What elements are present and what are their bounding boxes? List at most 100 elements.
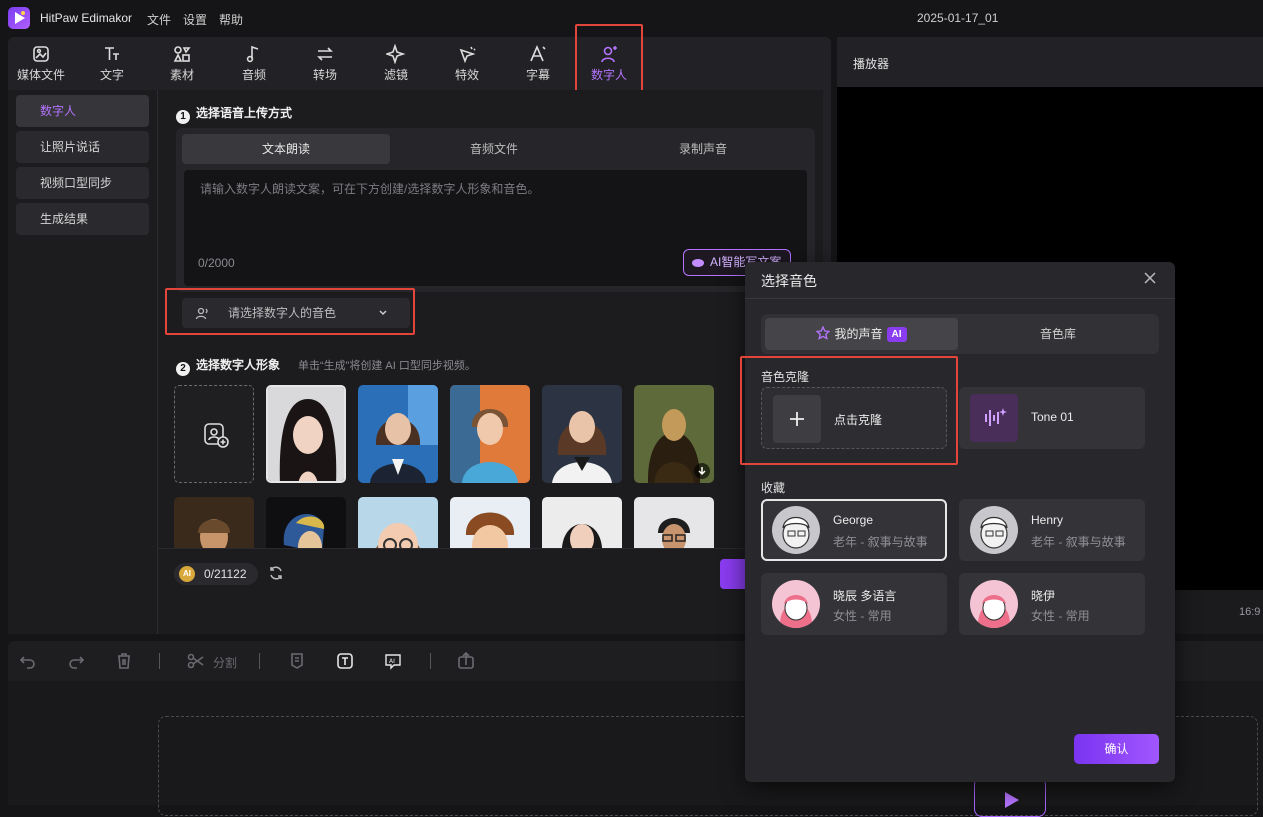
ai-caption-icon[interactable]: AI bbox=[383, 651, 403, 671]
old-man-avatar-icon bbox=[970, 506, 1018, 554]
transition-icon bbox=[315, 44, 335, 64]
tone-name: Tone 01 bbox=[1031, 410, 1074, 424]
credits-bar: AI 0/21122 bbox=[158, 548, 823, 597]
favorites-section-label: 收藏 bbox=[761, 481, 786, 495]
voice-card-tone[interactable]: Tone 01 bbox=[959, 387, 1145, 449]
sidebar-item-digital-human[interactable]: 数字人 bbox=[16, 95, 149, 127]
voice-desc: 老年 - 叙事与故事 bbox=[833, 535, 928, 549]
export-icon[interactable] bbox=[456, 651, 476, 671]
tab-subtitle[interactable]: 字幕 bbox=[505, 37, 571, 91]
aspect-ratio[interactable]: 16:9 bbox=[1239, 606, 1260, 618]
voice-desc: 老年 - 叙事与故事 bbox=[1031, 535, 1126, 549]
delete-icon[interactable] bbox=[114, 651, 134, 671]
tab-text-label: 文字 bbox=[99, 68, 124, 82]
select-voice-dialog: 选择音色 我的声音 AI 音色库 音色克隆 点击克隆 Tone 01 收藏 Geo… bbox=[740, 262, 1175, 782]
filter-icon bbox=[386, 44, 406, 64]
tab-filter-label: 滤镜 bbox=[383, 68, 408, 82]
sidebar: 数字人 让照片说话 视频口型同步 生成结果 bbox=[8, 90, 158, 634]
menu-help[interactable]: 帮助 bbox=[219, 11, 243, 28]
tab-voice-library[interactable]: 音色库 bbox=[961, 318, 1155, 350]
assets-icon bbox=[172, 44, 192, 64]
media-icon bbox=[31, 44, 51, 64]
menu-file[interactable]: 文件 bbox=[147, 11, 171, 28]
confirm-button[interactable]: 确认 bbox=[1074, 734, 1159, 764]
sidebar-item-talking-photo[interactable]: 让照片说话 bbox=[16, 131, 149, 163]
scissors-icon[interactable] bbox=[186, 651, 206, 671]
dialog-title: 选择音色 bbox=[761, 273, 817, 289]
step1-title: 1 选择语音上传方式 bbox=[176, 104, 292, 124]
redo-icon[interactable] bbox=[66, 651, 86, 671]
step2-hint: 单击“生成”将创建 AI 口型同步视频。 bbox=[298, 360, 476, 372]
toolbar-divider bbox=[159, 653, 160, 669]
player-header: 播放器 bbox=[837, 37, 1263, 87]
split-label[interactable]: 分割 bbox=[213, 654, 237, 671]
avatar-thumb[interactable] bbox=[542, 385, 622, 483]
play-icon bbox=[1001, 790, 1021, 810]
highlight-box-voice-select bbox=[165, 288, 415, 335]
svg-text:AI: AI bbox=[389, 658, 395, 665]
waveform-icon bbox=[970, 394, 1018, 442]
old-man-avatar-icon bbox=[772, 506, 820, 554]
voice-desc: 女性 - 常用 bbox=[1031, 609, 1090, 623]
timeline-play-button[interactable] bbox=[974, 777, 1046, 817]
voice-name: 晓伊 bbox=[1031, 589, 1056, 603]
effects-icon bbox=[457, 44, 477, 64]
caption-icon[interactable] bbox=[287, 651, 307, 671]
avatar-thumb[interactable] bbox=[450, 385, 530, 483]
tab-transition[interactable]: 转场 bbox=[292, 37, 358, 91]
voice-name: Henry bbox=[1031, 513, 1064, 527]
app-title: HitPaw Edimakor bbox=[40, 11, 133, 25]
download-icon[interactable] bbox=[694, 463, 710, 479]
menu-settings[interactable]: 设置 bbox=[183, 11, 207, 28]
tab-my-voices[interactable]: 我的声音 AI bbox=[765, 318, 958, 350]
tab-assets-label: 素材 bbox=[169, 68, 194, 82]
tab-assets[interactable]: 素材 bbox=[149, 37, 215, 91]
credits-value: 0/21122 bbox=[204, 567, 247, 581]
toolbar-divider bbox=[430, 653, 431, 669]
step2-title: 2 选择数字人形象 bbox=[176, 356, 280, 376]
undo-icon[interactable] bbox=[18, 651, 38, 671]
close-icon[interactable] bbox=[1143, 271, 1159, 287]
star-icon bbox=[816, 326, 831, 340]
text-box-icon[interactable] bbox=[335, 651, 355, 671]
tab-transition-label: 转场 bbox=[312, 68, 337, 82]
dialog-divider bbox=[745, 298, 1175, 299]
tab-my-voices-label: 我的声音 bbox=[834, 327, 883, 341]
highlight-box-clone bbox=[740, 356, 958, 465]
voice-card-henry[interactable]: Henry 老年 - 叙事与故事 bbox=[959, 499, 1145, 561]
credits-counter: AI 0/21122 bbox=[174, 563, 258, 585]
woman-avatar-icon bbox=[772, 580, 820, 628]
voice-name: 晓辰 多语言 bbox=[833, 589, 897, 603]
voice-card-george[interactable]: George 老年 - 叙事与故事 bbox=[761, 499, 947, 561]
tab-text[interactable]: 文字 bbox=[79, 37, 145, 91]
avatar-thumb[interactable] bbox=[634, 385, 714, 483]
sidebar-item-results[interactable]: 生成结果 bbox=[16, 203, 149, 235]
ai-sparkle-icon bbox=[691, 256, 705, 270]
script-textarea[interactable]: 请输入数字人朗读文案，可在下方创建/选择数字人形象和音色。 0/2000 AI智… bbox=[184, 170, 807, 286]
char-counter: 0/2000 bbox=[198, 256, 235, 270]
project-name: 2025-01-17_01 bbox=[917, 11, 999, 25]
step2-number: 2 bbox=[176, 362, 190, 376]
tab-effects-label: 特效 bbox=[454, 68, 479, 82]
upload-avatar-button[interactable] bbox=[174, 385, 254, 483]
segment-text-reading[interactable]: 文本朗读 bbox=[182, 134, 390, 164]
tab-filter[interactable]: 滤镜 bbox=[363, 37, 429, 91]
voice-name: George bbox=[833, 513, 874, 527]
step1-number: 1 bbox=[176, 110, 190, 124]
avatar-thumb[interactable] bbox=[358, 385, 438, 483]
voice-desc: 女性 - 常用 bbox=[833, 609, 892, 623]
ai-tag: AI bbox=[886, 327, 907, 342]
voice-card-xiaochen[interactable]: 晓辰 多语言 女性 - 常用 bbox=[761, 573, 947, 635]
segment-audio-file[interactable]: 音频文件 bbox=[390, 134, 598, 164]
sidebar-item-lip-sync[interactable]: 视频口型同步 bbox=[16, 167, 149, 199]
tab-audio[interactable]: 音频 bbox=[221, 37, 287, 91]
highlight-box-tab bbox=[575, 24, 643, 95]
avatar-thumb[interactable] bbox=[266, 385, 346, 483]
tab-subtitle-label: 字幕 bbox=[525, 68, 550, 82]
refresh-icon[interactable] bbox=[268, 565, 284, 581]
add-portrait-icon bbox=[203, 422, 229, 448]
voice-card-xiaoyi[interactable]: 晓伊 女性 - 常用 bbox=[959, 573, 1145, 635]
segment-record-voice[interactable]: 录制声音 bbox=[598, 134, 808, 164]
tab-media[interactable]: 媒体文件 bbox=[8, 37, 74, 91]
tab-effects[interactable]: 特效 bbox=[434, 37, 500, 91]
